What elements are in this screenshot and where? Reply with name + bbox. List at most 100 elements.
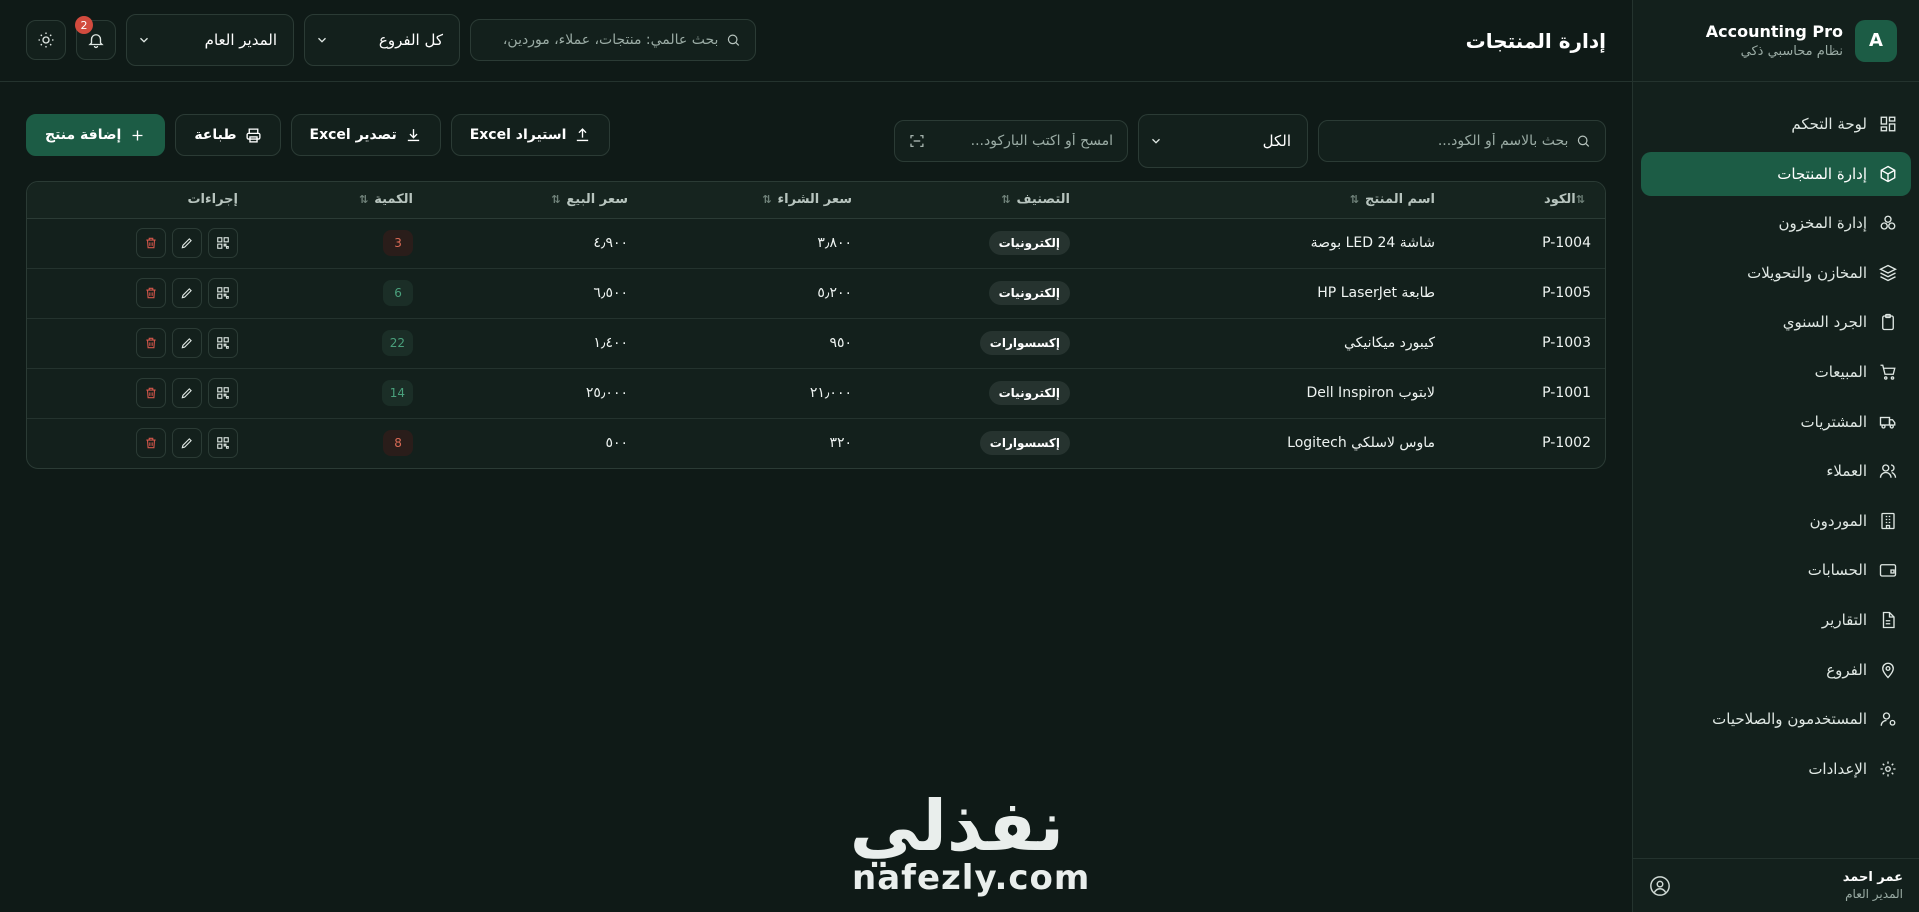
column-header-category[interactable]: التصنيف⇅ xyxy=(866,182,1084,219)
sidebar-item-label: لوحة التحكم xyxy=(1791,115,1867,133)
chevron-down-icon xyxy=(1152,138,1160,144)
pencil-icon xyxy=(181,388,192,399)
sidebar-item-dashboard[interactable]: لوحة التحكم xyxy=(1641,102,1911,146)
sort-icon: ⇅ xyxy=(762,193,772,207)
scan-icon[interactable] xyxy=(909,132,925,150)
global-search-input[interactable] xyxy=(485,32,719,48)
add-product-button[interactable]: إضافة منتج xyxy=(26,114,166,156)
table-row: P-1004 شاشة LED 24 بوصة إلكترونيات ٣٫٨٠٠… xyxy=(27,218,1605,269)
delete-button[interactable] xyxy=(136,378,166,408)
buy-price: ٢١٫٠٠٠ xyxy=(642,368,866,419)
sell-price: ٥٠٠ xyxy=(605,435,628,452)
sidebar-item-users[interactable]: المستخدمون والصلاحيات xyxy=(1641,697,1911,741)
column-header-quantity[interactable]: الكمية⇅ xyxy=(252,182,427,219)
trash-icon xyxy=(146,337,156,349)
column-header-actions: إجراءات xyxy=(27,182,252,219)
import-excel-button[interactable]: استيراد Excel xyxy=(450,114,611,156)
quantity-badge: 22 xyxy=(381,330,413,356)
edit-button[interactable] xyxy=(172,228,202,258)
trash-icon xyxy=(146,387,156,399)
edit-button[interactable] xyxy=(172,378,202,408)
sidebar-item-accounts[interactable]: الحسابات xyxy=(1641,548,1911,592)
sell-price: ١٫٤٠٠ xyxy=(427,318,642,369)
column-header-name[interactable]: اسم المنتج⇅ xyxy=(1084,182,1449,219)
watermark-latin: nafezly.com xyxy=(852,858,1091,898)
qr-code-button[interactable] xyxy=(208,278,238,308)
global-search xyxy=(470,19,756,61)
user-name: عمر احمد xyxy=(1842,870,1903,885)
buy-price: ٥٫٢٠٠ xyxy=(642,268,866,319)
table-header-row: الكود⇅ اسم المنتج⇅ التصنيف⇅ سعر الشراء⇅ … xyxy=(27,182,1605,219)
edit-button[interactable] xyxy=(172,328,202,358)
column-header-buy-price[interactable]: سعر الشراء⇅ xyxy=(642,182,866,219)
product-code: P-1003 xyxy=(1449,318,1605,369)
sidebar-item-purchases[interactable]: المشتريات xyxy=(1641,400,1911,444)
sidebar-item-sales[interactable]: المبيعات xyxy=(1641,350,1911,394)
sidebar-item-label: الجرد السنوي xyxy=(1782,313,1867,332)
quantity-badge: 8 xyxy=(383,430,413,457)
user-profile[interactable]: عمر احمد المدير العام xyxy=(1633,858,1919,912)
delete-button[interactable] xyxy=(136,428,166,459)
qr-code-button[interactable] xyxy=(208,378,238,408)
sidebar-item-inventory[interactable]: إدارة المخزون xyxy=(1641,201,1911,245)
category-pill: إلكترونيات xyxy=(988,381,1070,405)
trash-icon xyxy=(146,287,156,299)
qr-code-button[interactable] xyxy=(208,428,238,459)
export-excel-button[interactable]: تصدير Excel xyxy=(290,114,441,156)
sidebar-item-settings[interactable]: الإعدادات xyxy=(1641,747,1911,791)
qr-code-button[interactable] xyxy=(208,228,238,258)
watermark-arabic: نفذلي xyxy=(849,785,1066,867)
role-select[interactable]: المدير العام xyxy=(126,14,294,66)
upload-icon xyxy=(577,127,589,141)
sidebar-item-label: المستخدمون والصلاحيات xyxy=(1712,710,1867,729)
row-actions xyxy=(41,278,238,308)
quantity-badge: 14 xyxy=(381,380,413,406)
sidebar-item-annual-count[interactable]: الجرد السنوي xyxy=(1641,300,1911,344)
map-pin-icon xyxy=(1882,662,1894,678)
sidebar-item-customers[interactable]: العملاء xyxy=(1641,449,1911,493)
edit-button[interactable] xyxy=(172,428,202,459)
sidebar-item-label: الإعدادات xyxy=(1808,759,1867,778)
sidebar-item-label: المبيعات xyxy=(1814,362,1867,381)
column-header-code[interactable]: الكود⇅ xyxy=(1449,182,1605,219)
products-toolbar: الكل إضافة منتج طباعة تصدير Excel استيرا… xyxy=(26,114,1606,168)
product-code: P-1004 xyxy=(1449,218,1605,269)
product-code: P-1005 xyxy=(1449,268,1605,319)
column-header-sell-price[interactable]: سعر البيع⇅ xyxy=(427,182,642,219)
sidebar-item-branches[interactable]: الفروع xyxy=(1641,648,1911,692)
sort-icon: ⇅ xyxy=(1001,193,1011,207)
boxes-icon xyxy=(1880,215,1896,230)
sun-icon xyxy=(38,32,54,48)
delete-button[interactable] xyxy=(136,228,166,258)
category-filter-select[interactable]: الكل xyxy=(1138,114,1308,168)
print-button[interactable]: طباعة xyxy=(175,114,281,156)
sidebar-item-warehouses[interactable]: المخازن والتحويلات xyxy=(1641,251,1911,295)
sidebar-item-suppliers[interactable]: الموردون xyxy=(1641,499,1911,543)
box-icon xyxy=(1880,165,1896,182)
delete-button[interactable] xyxy=(136,278,166,308)
notification-badge: 2 xyxy=(75,16,93,34)
branch-select[interactable]: كل الفروع xyxy=(304,14,460,66)
theme-toggle-button[interactable] xyxy=(26,20,66,60)
pencil-icon xyxy=(181,238,192,249)
pencil-icon xyxy=(181,338,192,349)
notifications-button[interactable]: 2 xyxy=(75,16,116,60)
product-search-input[interactable] xyxy=(1333,133,1569,149)
wallet-icon xyxy=(1879,564,1897,578)
app-subtitle: نظام محاسبي ذكي xyxy=(1740,44,1843,59)
users-icon xyxy=(1879,464,1897,478)
edit-button[interactable] xyxy=(172,278,202,308)
barcode-field xyxy=(894,120,1128,162)
sidebar-item-label: العملاء xyxy=(1826,462,1867,481)
truck-icon xyxy=(1879,416,1896,429)
product-name: ماوس لاسلكي Logitech xyxy=(1287,435,1435,452)
delete-button[interactable] xyxy=(136,328,166,358)
sidebar-item-reports[interactable]: التقارير xyxy=(1641,598,1911,642)
download-icon xyxy=(407,128,419,141)
qr-code-button[interactable] xyxy=(208,328,238,358)
barcode-input[interactable] xyxy=(932,133,1113,149)
role-select-value: المدير العام xyxy=(204,31,277,49)
row-actions xyxy=(41,428,238,459)
sidebar-item-products[interactable]: إدارة المنتجات xyxy=(1641,151,1911,196)
building-icon xyxy=(1881,512,1895,529)
